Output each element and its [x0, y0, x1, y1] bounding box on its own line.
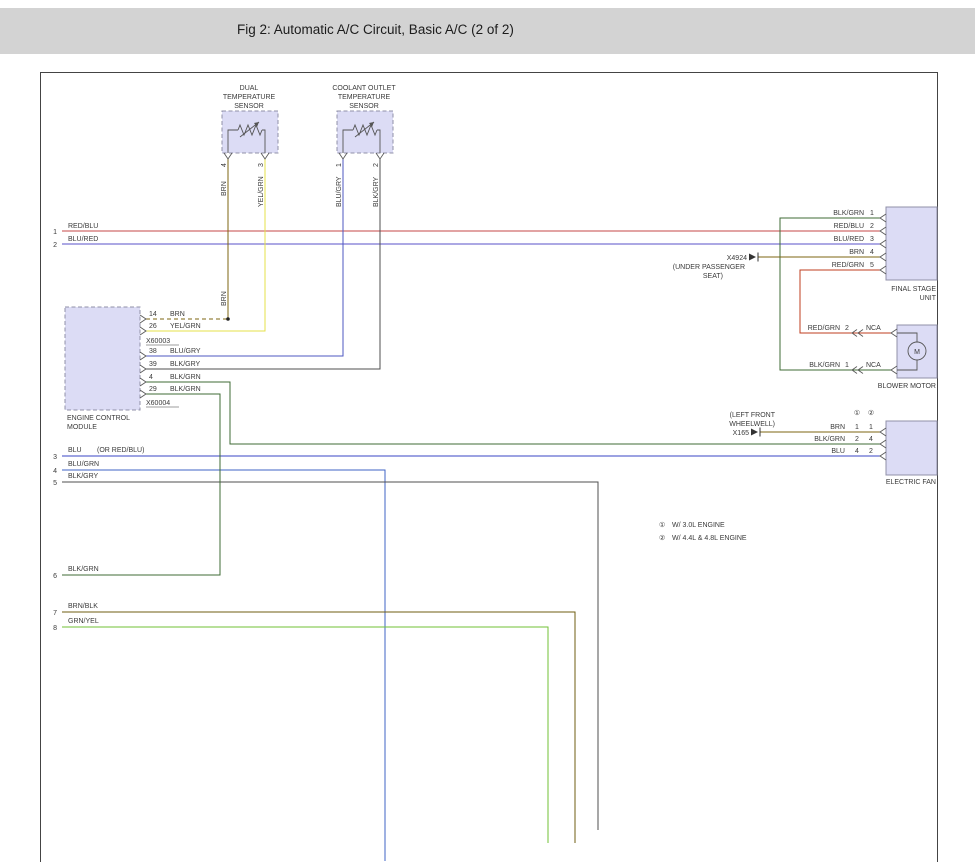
component-label: SENSOR — [234, 103, 264, 110]
variant-column-header: ① — [854, 409, 860, 417]
wire-color-label: BRN — [830, 424, 845, 431]
component-label: COOLANT OUTLET — [332, 85, 396, 92]
variant-column-header: ② — [868, 409, 874, 417]
connector-id: X60004 — [146, 400, 170, 407]
pin-number: 2 — [373, 163, 380, 167]
wire-endpoint-number: 1 — [53, 229, 57, 236]
connector-location: (UNDER PASSENGER — [673, 264, 745, 271]
wire-color-label-vertical: BLK/GRY — [373, 176, 380, 207]
connector-id: X165 — [733, 430, 749, 437]
wire-endpoint-number: 3 — [53, 454, 57, 461]
pin-number: 29 — [149, 386, 157, 393]
wire-color-label: RED/BLU — [834, 223, 864, 230]
wire-color-label: RED/GRN — [808, 325, 840, 332]
wire-color-label: BLU/GRN — [68, 461, 99, 468]
pin-number: 4 — [870, 249, 874, 256]
wire-color-label-vertical: BRN — [221, 181, 228, 196]
wire-color-label: BLK/GRY — [170, 361, 201, 368]
component-box — [886, 421, 937, 475]
component-label: DUAL — [240, 85, 259, 92]
wire-color-label: BLU/GRY — [170, 348, 201, 355]
pin-number: 5 — [870, 262, 874, 269]
pin-number: 14 — [149, 311, 157, 318]
wire-endpoint-number: 2 — [53, 242, 57, 249]
connector-location: SEAT) — [703, 273, 723, 280]
wire-color-label: BRN/BLK — [68, 603, 98, 610]
connector-location: WHEELWELL) — [729, 421, 775, 428]
wire-color-label: YEL/GRN — [170, 323, 201, 330]
wire-color-label: GRN/YEL — [68, 618, 99, 625]
wire-color-label: BLU — [831, 448, 845, 455]
pin-number: 3 — [870, 236, 874, 243]
pin-number: 1 — [855, 424, 859, 431]
component-box — [337, 111, 393, 153]
nca-note: NCA — [866, 362, 881, 369]
wire-color-label: BLU/RED — [68, 236, 98, 243]
pin-number: 4 — [855, 448, 859, 455]
component-label: UNIT — [920, 295, 937, 302]
wire-junction-dot — [226, 317, 230, 321]
wire-color-label: BLK/GRN — [809, 362, 840, 369]
component-box — [65, 307, 140, 410]
component-box — [886, 207, 937, 280]
wire-color-label-vertical: BRN — [221, 291, 228, 306]
pin-number: 1 — [869, 424, 873, 431]
legend-text: W/ 3.0L ENGINE — [672, 522, 725, 529]
wiring-diagram: 1 RED/BLU 2 BLU/RED 3 BLU (OR RED/BLU) 4… — [0, 0, 975, 862]
pin-number: 2 — [870, 223, 874, 230]
pin-number: 1 — [845, 362, 849, 369]
component-label: ELECTRIC FAN — [886, 479, 936, 486]
wire-color-label: BLK/GRN — [170, 386, 201, 393]
pin-number: 38 — [149, 348, 157, 355]
wire-color-label: BRN — [170, 311, 185, 318]
component-label: ENGINE CONTROL — [67, 415, 130, 422]
wire-color-label: BRN — [849, 249, 864, 256]
component-label: SENSOR — [349, 103, 379, 110]
legend-symbol: ① — [659, 521, 665, 529]
component-label: TEMPERATURE — [338, 94, 391, 101]
wire-color-label: RED/GRN — [832, 262, 864, 269]
component-box — [222, 111, 278, 153]
pin-number: 2 — [845, 325, 849, 332]
pin-number: 1 — [336, 163, 343, 167]
connector-id: X60003 — [146, 338, 170, 345]
wire-color-label-vertical: BLU/GRY — [336, 176, 343, 207]
connector-location: (LEFT FRONT — [730, 412, 776, 419]
screenshot-root: Fig 2: Automatic A/C Circuit, Basic A/C … — [0, 0, 975, 862]
legend-text: W/ 4.4L & 4.8L ENGINE — [672, 535, 747, 542]
wire-endpoint-number: 5 — [53, 480, 57, 487]
wire-color-label-vertical: YEL/GRN — [258, 176, 265, 207]
pin-number: 2 — [855, 436, 859, 443]
wire-alt-color-label: (OR RED/BLU) — [97, 447, 144, 454]
wire-color-label: BLK/GRN — [833, 210, 864, 217]
wire-endpoint-number: 6 — [53, 573, 57, 580]
diagram-frame — [41, 73, 938, 862]
component-label: BLOWER MOTOR — [878, 383, 936, 390]
wire-color-label: BLK/GRN — [814, 436, 845, 443]
component-label: MODULE — [67, 424, 97, 431]
pin-number: 4 — [869, 436, 873, 443]
wire-endpoint-number: 4 — [53, 468, 57, 475]
wire-color-label: BLK/GRY — [68, 473, 99, 480]
pin-number: 4 — [221, 163, 228, 167]
motor-letter: M — [914, 349, 920, 356]
wire-color-label: RED/BLU — [68, 223, 98, 230]
pin-number: 2 — [869, 448, 873, 455]
wire-color-label: BLU/RED — [834, 236, 864, 243]
wire-endpoint-number: 8 — [53, 625, 57, 632]
wire-color-label: BLK/GRN — [170, 374, 201, 381]
pin-number: 39 — [149, 361, 157, 368]
pin-number: 1 — [870, 210, 874, 217]
nca-note: NCA — [866, 325, 881, 332]
pin-number: 26 — [149, 323, 157, 330]
legend-symbol: ② — [659, 534, 665, 542]
connector-id: X4924 — [727, 255, 747, 262]
pin-number: 4 — [149, 374, 153, 381]
wire-endpoint-number: 7 — [53, 610, 57, 617]
component-label: FINAL STAGE — [891, 286, 936, 293]
component-label: TEMPERATURE — [223, 94, 276, 101]
wire-color-label: BLK/GRN — [68, 566, 99, 573]
wire-color-label: BLU — [68, 447, 82, 454]
pin-number: 3 — [258, 163, 265, 167]
